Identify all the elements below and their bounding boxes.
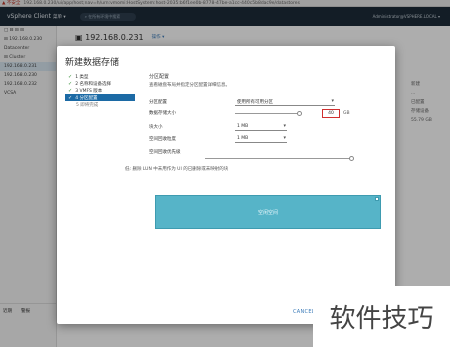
partition-config-select[interactable]: 使用所有可用分区 ▾ [235,98,335,106]
reclaim-priority-slider-handle[interactable] [349,156,354,161]
block-size-value: 1 MB [237,124,249,129]
wizard-steps: ✓ 1 类型 ✓ 2 名称和设备选择 ✓ 3 VMFS 版本 ✓ 4 分区配置 5 即将… [65,73,135,108]
used-segment [375,197,379,201]
cancel-button[interactable]: CANCEL [293,309,315,315]
step-ready[interactable]: 5 即将完成 [65,101,135,108]
reclaim-priority-note: 低: 删除 LUN 中未用作为 UI 的已删除或未映射的块 [125,167,229,172]
partition-config-panel: 分区配置 查看磁盘布局并指定分区配置详细信息。 分区配置 使用所有可用分区 ▾ … [149,73,389,161]
step-name-device[interactable]: ✓ 2 名称和设备选择 [65,80,135,87]
block-size-label: 块大小 [149,125,163,130]
check-icon: ✓ [68,80,73,87]
reclaim-priority-label: 空间回收优先级 [149,150,181,155]
chevron-down-icon: ▾ [283,135,286,141]
partition-config-value: 使用所有可用分区 [237,99,273,105]
block-size-select[interactable]: 1 MB ▾ [235,123,287,131]
new-datastore-dialog: 新建数据存储 ✓ 1 类型 ✓ 2 名称和设备选择 ✓ 3 VMFS 版本 ✓ 4 分区… [57,46,395,324]
dialog-title: 新建数据存储 [65,58,120,68]
step-type[interactable]: ✓ 1 类型 [65,73,135,80]
step-label: 4 分区配置 [75,95,98,101]
step-label: 3 VMFS 版本 [75,88,103,94]
step-label: 5 即将完成 [76,102,99,108]
chevron-down-icon: ▾ [283,123,286,129]
reclaim-granularity-row: 空间回收粒度 1 MB ▾ [149,134,389,144]
reclaim-granularity-value: 1 MB [237,136,249,141]
step-vmfs-version[interactable]: ✓ 3 VMFS 版本 [65,87,135,94]
chevron-down-icon: ▾ [331,98,334,104]
reclaim-priority-slider[interactable] [205,158,351,159]
partition-layout-preview: 空闲空间 [155,195,381,229]
reclaim-granularity-label: 空间回收粒度 [149,137,176,142]
datastore-size-slider[interactable] [235,113,299,114]
block-size-row: 块大小 1 MB ▾ [149,122,389,132]
check-icon: ✓ [68,94,73,101]
check-icon: ✓ [68,87,73,94]
partition-config-label: 分区配置 [149,100,167,105]
reclaim-granularity-select[interactable]: 1 MB ▾ [235,135,287,143]
datastore-size-input[interactable]: 40 [322,109,340,118]
step-partition-config[interactable]: ✓ 4 分区配置 [65,94,135,101]
step-label: 2 名称和设备选择 [75,81,111,87]
step-label: 1 类型 [75,74,89,80]
free-space-label: 空闲空间 [257,209,278,216]
check-icon: ✓ [68,73,73,80]
section-title: 分区配置 [149,74,170,80]
section-description: 查看磁盘布局并指定分区配置详细信息。 [149,83,230,88]
partition-config-row: 分区配置 使用所有可用分区 ▾ [149,97,389,107]
datastore-size-unit: GB [343,111,350,116]
datastore-size-label: 数据存储大小 [149,111,176,116]
watermark-logo: 软件技巧 [313,286,450,347]
datastore-size-slider-handle[interactable] [297,111,302,116]
